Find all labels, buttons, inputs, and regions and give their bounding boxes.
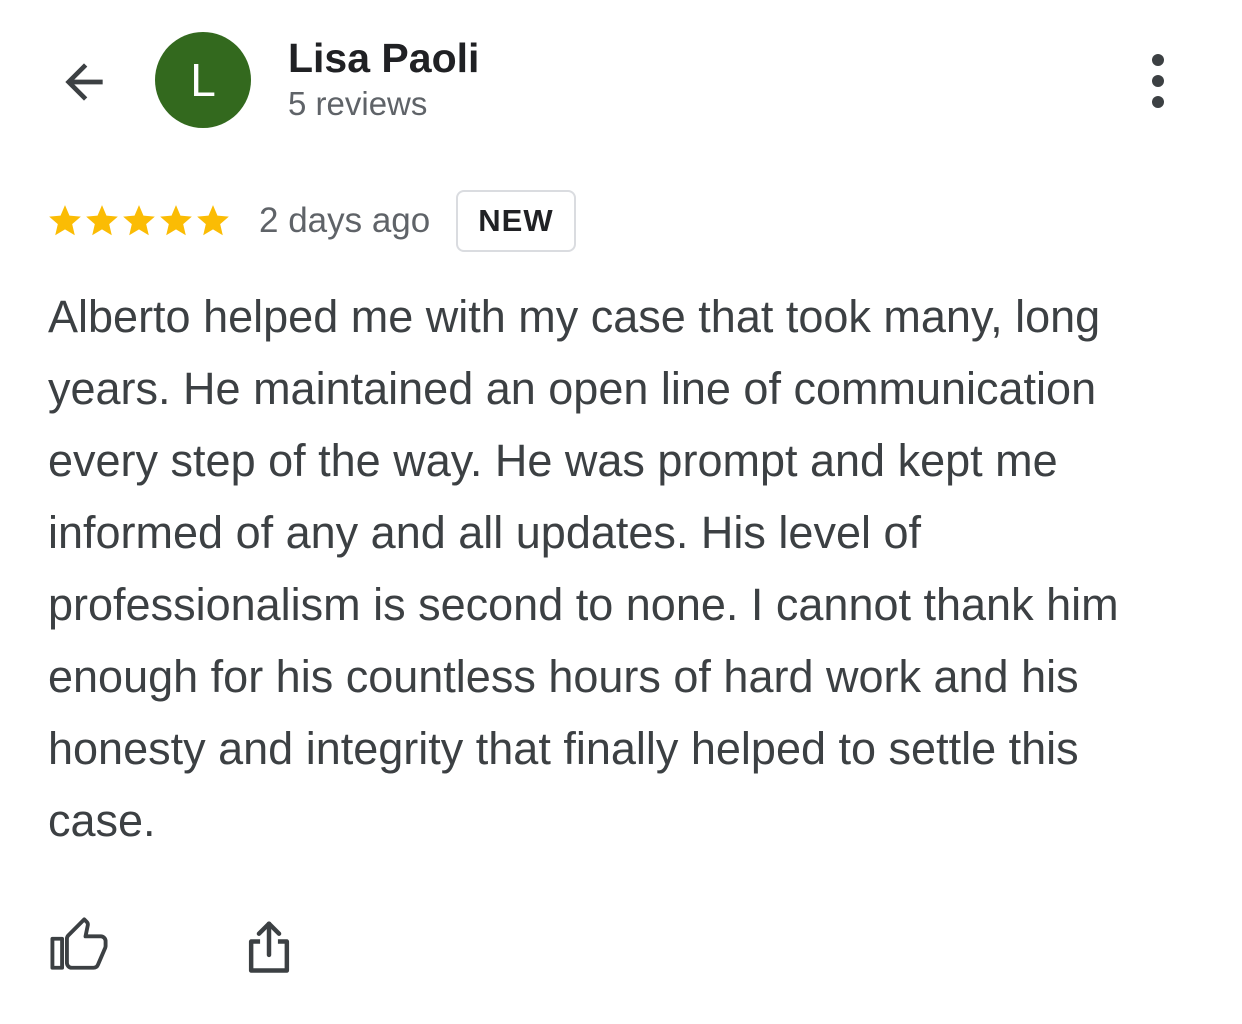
star-icon bbox=[160, 205, 192, 236]
more-vertical-icon bbox=[1152, 54, 1164, 108]
more-options-button[interactable] bbox=[1126, 46, 1190, 116]
new-badge: NEW bbox=[456, 190, 576, 252]
avatar-initial: L bbox=[190, 54, 216, 106]
avatar[interactable]: L bbox=[155, 32, 251, 128]
star-icon bbox=[197, 205, 229, 236]
review-meta-row: 2 days ago NEW bbox=[46, 188, 576, 254]
reviewer-name[interactable]: Lisa Paoli bbox=[288, 34, 479, 82]
star-icon bbox=[123, 205, 155, 236]
star-icon bbox=[86, 205, 118, 236]
share-button[interactable] bbox=[234, 911, 304, 981]
star-rating bbox=[46, 202, 231, 240]
thumbs-up-icon bbox=[50, 917, 108, 970]
back-button[interactable] bbox=[52, 50, 116, 114]
review-date: 2 days ago bbox=[259, 201, 431, 240]
review-count: 5 reviews bbox=[288, 85, 428, 122]
arrow-back-icon bbox=[65, 63, 103, 101]
share-icon bbox=[248, 921, 290, 973]
star-icon bbox=[49, 205, 81, 236]
like-button[interactable] bbox=[44, 911, 114, 981]
review-text: Alberto helped me with my case that took… bbox=[48, 291, 1119, 846]
